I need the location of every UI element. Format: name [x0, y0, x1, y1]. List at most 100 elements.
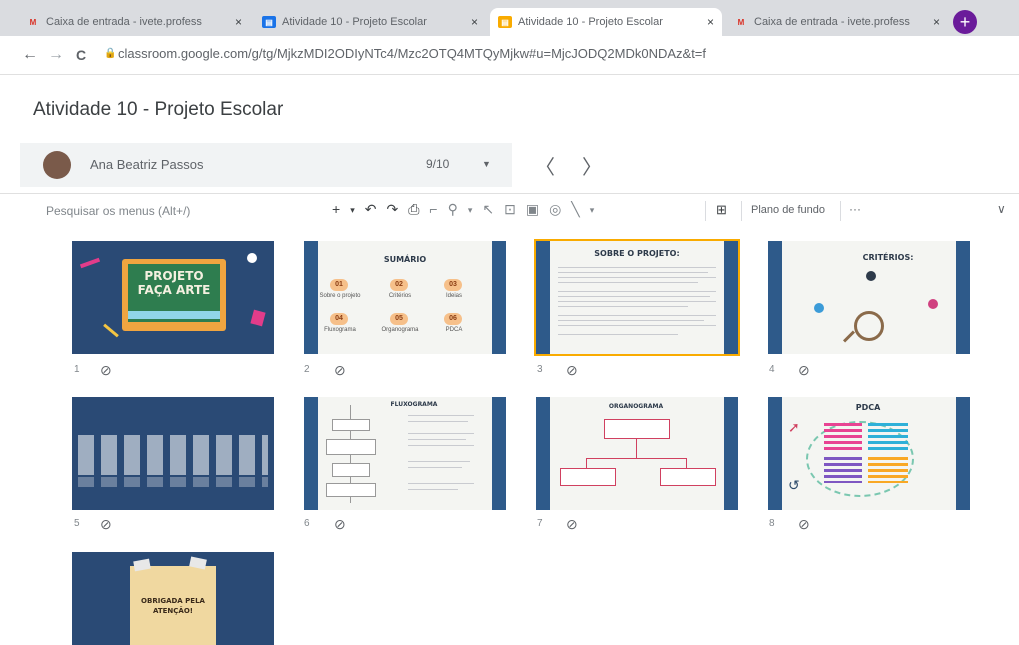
attachment-icon[interactable]: ⊘	[566, 516, 578, 533]
text-line	[408, 439, 466, 440]
redo-icon[interactable]: ↷	[386, 201, 398, 218]
textbox-icon[interactable]: ⊡	[504, 201, 516, 218]
slide-title: ORGANOGRAMA	[608, 403, 664, 410]
zoom-icon[interactable]: ⚲	[448, 201, 458, 218]
summary-number: 06	[444, 313, 462, 325]
slide-number: 5	[74, 518, 80, 529]
text-line	[558, 282, 698, 283]
tab-slides-2[interactable]: ▤ Atividade 10 - Projeto Escolar ×	[490, 8, 722, 36]
slide-number: 4	[769, 364, 775, 375]
slide-title: PROJETO FAÇA ARTE	[137, 269, 211, 297]
add-icon[interactable]: +	[332, 201, 340, 218]
close-icon[interactable]: ×	[235, 15, 242, 29]
do-text	[868, 423, 908, 451]
summary-number: 02	[390, 279, 408, 291]
org-line	[586, 458, 686, 459]
editor-toolbar: Pesquisar os menus (Alt+/) + ▾ ↶ ↷ ⎙ ⌐ ⚲…	[0, 193, 1019, 228]
tab-gmail-1[interactable]: M Caixa de entrada - ivete.profess ×	[18, 8, 250, 36]
chevron-down-icon[interactable]: ▾	[350, 201, 355, 218]
slide-stripe	[536, 241, 550, 354]
flow-box	[332, 463, 370, 477]
plan-text	[824, 423, 862, 451]
act-text	[868, 457, 908, 483]
slide-stripe	[536, 397, 550, 510]
bullet-dot	[866, 271, 876, 281]
new-tab-button[interactable]: +	[953, 10, 977, 34]
student-selector[interactable]: Ana Beatriz Passos 9/10 ▼	[20, 143, 512, 187]
slide-thumbnail-1[interactable]: PROJETO FAÇA ARTE	[72, 241, 274, 354]
submission-count: 9/10	[426, 157, 450, 171]
comment-icon[interactable]: ⊞	[716, 202, 727, 218]
gmail-icon: M	[29, 17, 37, 27]
org-box	[660, 468, 716, 486]
pencil-decoration	[103, 323, 119, 338]
collapse-icon[interactable]: ∨	[997, 202, 1006, 216]
attachment-icon[interactable]: ⊘	[798, 362, 810, 379]
bullet-dot	[928, 299, 938, 309]
slide-stripe	[724, 241, 738, 354]
check-text	[824, 457, 862, 483]
text-line	[558, 291, 716, 292]
tab-slides-1[interactable]: ▤ Atividade 10 - Projeto Escolar ×	[254, 8, 486, 36]
summary-number: 04	[330, 313, 348, 325]
attachment-icon[interactable]: ⊘	[100, 516, 112, 533]
slide-number: 1	[74, 364, 80, 375]
select-icon[interactable]: ↖	[482, 201, 494, 218]
image-icon[interactable]: ▣	[526, 201, 539, 218]
toolbar-divider	[705, 201, 706, 221]
chevron-down-icon[interactable]: ▾	[468, 201, 473, 218]
print-icon[interactable]: ⎙	[408, 201, 419, 218]
slide-thumbnail-7[interactable]: ORGANOGRAMA	[536, 397, 738, 510]
undo-icon[interactable]: ↶	[365, 201, 377, 218]
slide-stripe	[492, 241, 506, 354]
close-icon[interactable]: ×	[707, 15, 714, 29]
menu-search-input[interactable]: Pesquisar os menus (Alt+/)	[46, 204, 190, 218]
close-icon[interactable]: ×	[933, 15, 940, 29]
avatar	[43, 151, 71, 179]
close-icon[interactable]: ×	[471, 15, 478, 29]
slide-number: 6	[304, 518, 310, 529]
flow-box	[332, 419, 370, 431]
chalkboard-ribbon	[128, 311, 220, 319]
url-field[interactable]: classroom.google.com/g/tg/MjkzMDI2ODIyNT…	[118, 46, 706, 61]
slide-number: 7	[537, 518, 543, 529]
summary-item: Sobre o projeto	[319, 293, 361, 299]
paint-format-icon[interactable]: ⌐	[429, 201, 437, 218]
slide-thumbnail-6[interactable]: FLUXOGRAMA	[304, 397, 506, 510]
text-line	[558, 306, 688, 307]
summary-number: 05	[390, 313, 408, 325]
previous-student-button[interactable]: 〈	[535, 151, 555, 180]
next-student-button[interactable]: 〉	[582, 151, 602, 180]
back-icon[interactable]: ←	[22, 46, 38, 64]
summary-number: 01	[330, 279, 348, 291]
attachment-icon[interactable]: ⊘	[334, 516, 346, 533]
slide-stripe	[304, 397, 318, 510]
slide-thumbnail-5[interactable]	[72, 397, 274, 510]
slides-icon: ▤	[262, 16, 276, 28]
attachment-icon[interactable]: ⊘	[334, 362, 346, 379]
magnifier-icon	[854, 311, 884, 341]
tab-label: Caixa de entrada - ivete.profess	[46, 16, 202, 28]
more-icon[interactable]: ···	[849, 202, 861, 216]
slide-thumbnail-4[interactable]: CRITÉRIOS:	[768, 241, 970, 354]
gmail-icon: M	[737, 17, 745, 27]
slide-thumbnail-3[interactable]: SOBRE O PROJETO:	[534, 239, 740, 356]
text-line	[558, 277, 716, 278]
chevron-down-icon[interactable]: ▾	[590, 201, 595, 218]
slide-thumbnail-9[interactable]: OBRIGADA PELA ATENÇÃO!	[72, 552, 274, 645]
chevron-down-icon[interactable]: ▼	[482, 159, 491, 169]
attachment-icon[interactable]: ⊘	[798, 516, 810, 533]
line-icon[interactable]: ╲	[571, 201, 579, 218]
background-button[interactable]: Plano de fundo	[751, 204, 825, 216]
reload-icon[interactable]: C	[76, 47, 86, 63]
shape-icon[interactable]: ◎	[549, 201, 561, 218]
tab-gmail-2[interactable]: M Caixa de entrada - ivete.profess ×	[726, 8, 948, 36]
attachment-icon[interactable]: ⊘	[100, 362, 112, 379]
forward-icon[interactable]: →	[48, 46, 64, 64]
text-line	[558, 272, 708, 273]
slide-thumbnail-8[interactable]: PDCA ➚ ↺	[768, 397, 970, 510]
attachment-icon[interactable]: ⊘	[566, 362, 578, 379]
slide-title: OBRIGADA PELA ATENÇÃO!	[141, 597, 205, 615]
text-line	[408, 489, 458, 490]
slide-thumbnail-2[interactable]: SUMÁRIO 01 Sobre o projeto 02 Critérios …	[304, 241, 506, 354]
